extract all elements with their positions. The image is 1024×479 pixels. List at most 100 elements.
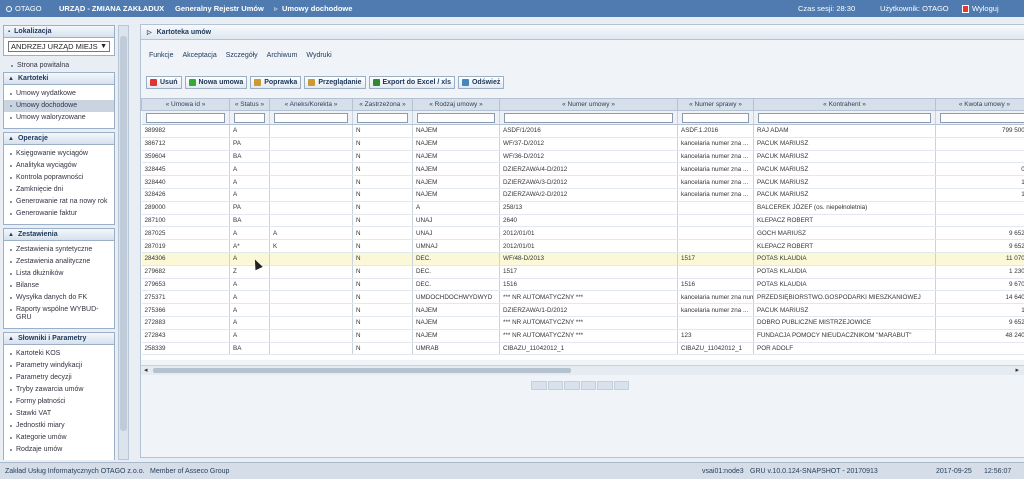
edit-icon — [254, 79, 262, 86]
nav-item[interactable]: Kategorie umów — [4, 432, 114, 444]
nav-item[interactable]: Formy płatności — [4, 396, 114, 408]
location-select[interactable]: ANDRZEJ URZĄD MIEJS ▼ — [8, 41, 110, 52]
pager-page-button[interactable] — [564, 381, 580, 390]
col-header[interactable]: « Umowa id » — [141, 98, 230, 111]
table-row[interactable]: 272843 A N NAJEM *** NR AUTOMATYCZNY *** 123 F… — [141, 329, 1024, 343]
col-header[interactable]: « Kontrahent » — [753, 98, 936, 111]
filter-input[interactable] — [234, 112, 265, 123]
pager-next-button[interactable] — [597, 381, 613, 390]
sidebar-scrollbar[interactable] — [118, 25, 129, 460]
menu-wydruki[interactable]: Wydruki — [306, 52, 331, 59]
pager-last-button[interactable] — [613, 381, 629, 390]
nav-item[interactable]: Kartoteki KOS — [4, 348, 114, 360]
logout-button[interactable]: Wyloguj — [962, 4, 1024, 13]
table-row[interactable]: 328445 A N NAJEM DZIERZAWA/4-D/2012 kancelari… — [141, 162, 1024, 177]
filter-input[interactable] — [357, 112, 408, 123]
menu-akceptacja[interactable]: Akceptacja — [183, 52, 217, 59]
table-row[interactable]: 279653ANDEC.15161516POTAS KLAUDIA9 670,0 — [141, 278, 1024, 292]
nav-item[interactable]: Parametry windykacji — [4, 360, 114, 372]
nav-item[interactable]: Wysyłka danych do FK — [4, 292, 114, 304]
menu-archiwum[interactable]: Archiwum — [267, 52, 298, 59]
home-link[interactable]: Strona powitalna — [3, 59, 115, 72]
table-row[interactable]: 275371 A N UMDOCHDOCHWYDWYD *** NR AUTOMATYC… — [141, 290, 1024, 305]
section-header[interactable]: ▲ Operacje — [4, 133, 114, 145]
section-header[interactable]: ▲ Słowniki i Parametry — [4, 333, 114, 345]
col-header[interactable]: « Rodzaj umowy » — [412, 98, 500, 111]
table-cell: kancelaria numer zna ... — [677, 137, 754, 151]
location-header[interactable]: ▪ Lokalizacja — [4, 26, 114, 38]
nav-item[interactable]: Zestawienia syntetyczne — [4, 244, 114, 256]
scrollbar-thumb[interactable] — [120, 36, 127, 431]
table-row[interactable]: 287100 BA N UNAJ 2640 KLEPACZ ROBERT — [141, 214, 1024, 228]
table-row[interactable]: 289000 PA N A 258/13 BALCEREK JÓZEF (os. niep… — [141, 201, 1024, 215]
nav-item[interactable]: Generowanie faktur — [4, 208, 114, 220]
section-kartoteki: ▲ Kartoteki Umowy wydatkowe Umowy dochodo… — [3, 72, 115, 129]
table-row[interactable]: 284306 A N DEC. WF/48-D/2013 1517 POTAS KLAUDI… — [141, 252, 1024, 266]
filter-input[interactable] — [274, 112, 348, 123]
view-button[interactable]: Przeglądanie — [304, 76, 366, 89]
pager-prev-button[interactable] — [547, 381, 563, 390]
nav-item[interactable]: Kontrola poprawności — [4, 172, 114, 184]
nav-item[interactable]: Stawki VAT — [4, 408, 114, 420]
logout-icon — [962, 4, 969, 13]
menu-szczegoly[interactable]: Szczegóły — [226, 52, 258, 59]
pager-page-button[interactable] — [580, 381, 596, 390]
col-header[interactable]: « Numer umowy » — [499, 98, 678, 111]
table-cell: DZIERZAWA/4-D/2012 — [499, 162, 678, 177]
refresh-button[interactable]: Odśwież — [457, 76, 505, 89]
nav-item[interactable]: Zestawienia analityczne — [4, 256, 114, 268]
export-excel-button[interactable]: Export do Excel / xls — [368, 76, 455, 89]
filter-input[interactable] — [758, 112, 931, 123]
nav-item[interactable]: Bilanse — [4, 280, 114, 292]
filter-input[interactable] — [145, 112, 225, 123]
table-row[interactable]: 389982 A N NAJEM ASDF/1/2016 ASDF.1.2016 RAJ A… — [141, 124, 1024, 138]
scroll-right-icon[interactable]: ▸ — [1015, 366, 1019, 374]
table-cell: DOBRO PUBLICZNE MISTRZEJOWICE — [753, 316, 936, 330]
pager-first-button[interactable] — [531, 381, 547, 390]
table-cell: kancelaria numer zna numer 44 — [677, 290, 754, 305]
nav-item[interactable]: Zamknięcie dni — [4, 184, 114, 196]
grid-horizontal-scrollbar[interactable]: ◂ ▸ — [141, 365, 1024, 375]
col-header[interactable]: « Zastrzeżona » — [352, 98, 413, 111]
nav-item[interactable]: Tryby zawarcia umów — [4, 384, 114, 396]
table-row[interactable]: 328426 A N NAJEM DZIERZAWA/2-D/2012 kancelari… — [141, 188, 1024, 202]
nav-item[interactable]: Umowy waloryzowane — [4, 112, 114, 124]
nav-item[interactable]: Lista dłużników — [4, 268, 114, 280]
nav-item[interactable]: Jednostki miary — [4, 420, 114, 432]
section-header[interactable]: ▲ Kartoteki — [4, 73, 114, 85]
scrollbar-thumb[interactable] — [153, 368, 571, 373]
col-header[interactable]: « Aneks/Korekta » — [269, 98, 353, 111]
section-operacje: ▲ Operacje Księgowanie wyciągów Analityka… — [3, 132, 115, 225]
table-row[interactable]: 328440 A N NAJEM DZIERZAWA/3-D/2012 kancelari… — [141, 175, 1024, 189]
table-row[interactable]: 287025AANUNAJ2012/01/01GOCH MARIUSZ9 652… — [141, 226, 1024, 241]
nav-item[interactable]: Umowy wydatkowe — [4, 88, 114, 100]
edit-button[interactable]: Poprawka — [250, 76, 302, 89]
nav-item[interactable]: Analityka wyciągów — [4, 160, 114, 172]
nav-item[interactable]: Rodzaje umów — [4, 444, 114, 456]
nav-item[interactable]: Raporty wspólne WYBUD-GRU — [4, 304, 114, 324]
filter-input[interactable] — [940, 112, 1024, 123]
filter-input[interactable] — [417, 112, 495, 123]
table-row[interactable]: 258339 BA N UMRAB CIBAZU_11042012_1 CIBAZU_11… — [141, 342, 1024, 356]
table-row[interactable]: 386712 PA N NAJEM WF/37-D/2012 kancelaria num… — [141, 137, 1024, 151]
nav-item[interactable]: Generowanie rat na nowy rok — [4, 196, 114, 208]
col-header[interactable]: « Kwota umowy » — [935, 98, 1024, 111]
scroll-left-icon[interactable]: ◂ — [144, 366, 148, 374]
menu-funkcje[interactable]: Funkcje — [149, 52, 174, 59]
nav-item[interactable]: Księgowanie wyciągów — [4, 148, 114, 160]
section-header[interactable]: ▲ Zestawienia — [4, 229, 114, 241]
filter-input[interactable] — [504, 112, 673, 123]
nav-item[interactable]: Parametry decyzji — [4, 372, 114, 384]
table-row[interactable]: 287019 A* K N UMNAJ 2012/01/01 KLEPACZ ROBERT 9… — [141, 239, 1024, 253]
new-contract-button[interactable]: Nowa umowa — [184, 76, 248, 89]
col-header[interactable]: « Status » — [229, 98, 270, 111]
filter-input[interactable] — [682, 112, 749, 123]
nav-item-selected[interactable]: Umowy dochodowe — [4, 100, 114, 112]
table-row[interactable]: 272883 A N NAJEM *** NR AUTOMATYCZNY *** DOBR… — [141, 316, 1024, 330]
table-cell — [269, 188, 353, 202]
delete-button[interactable]: Usuń — [146, 76, 182, 89]
table-row[interactable]: 275366 A N NAJEM DZIERZAWA/1-D/2012 kancelari… — [141, 303, 1024, 317]
col-header[interactable]: « Numer sprawy » — [677, 98, 754, 111]
table-row[interactable]: 279682Z NDEC.1517 POTAS KLAUDIA1 230,0 — [141, 265, 1024, 279]
table-row[interactable]: 359604 BA N NAJEM WF/36-D/2012 kancelaria num… — [141, 150, 1024, 164]
